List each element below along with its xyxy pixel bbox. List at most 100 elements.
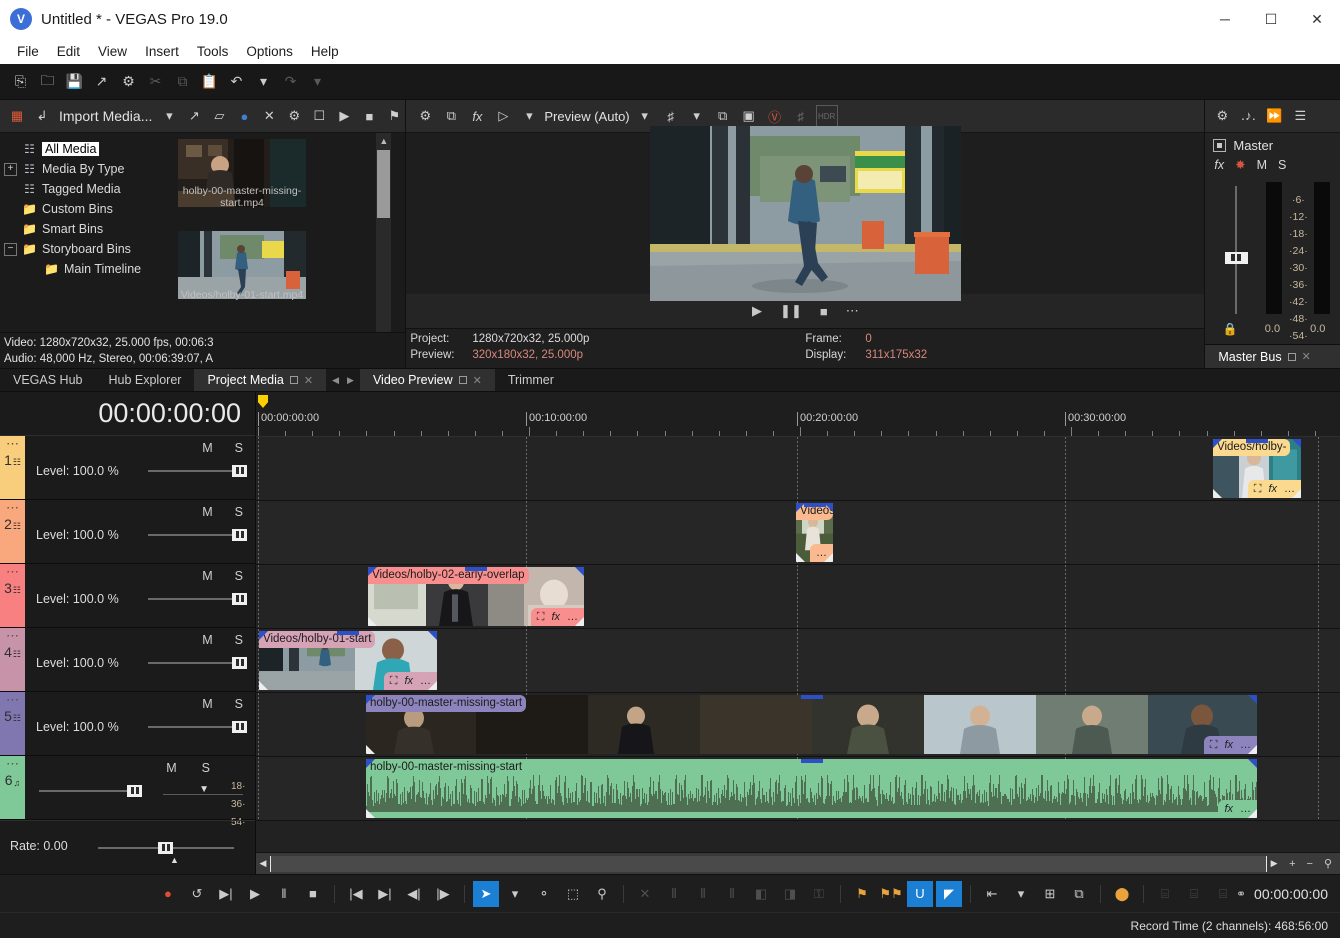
menu-item-file[interactable]: File	[8, 41, 48, 62]
media-fx-icon[interactable]: ☐	[308, 105, 330, 127]
track-header-2[interactable]: ⋯ 2 ☷ M S Level: 100.0 %	[0, 499, 255, 564]
track-mute-button[interactable]: M	[202, 697, 212, 711]
master-fader[interactable]	[1213, 182, 1259, 314]
track-menu-icon[interactable]: ⋯	[6, 693, 19, 706]
clear-edits-button[interactable]: ✕	[632, 881, 658, 907]
open-project-icon[interactable]: 🗀	[35, 69, 60, 94]
scopes-icon[interactable]: ♯	[790, 105, 812, 127]
track-mute-button[interactable]: M	[166, 761, 176, 775]
preview-pause-button[interactable]: ❚❚	[780, 303, 802, 319]
clip-fx-icon[interactable]: fx	[1268, 483, 1277, 495]
media-thumbnail-item[interactable]: Videos/holby-01-start.mp4	[178, 231, 405, 323]
track-color-strip[interactable]: ⋯ 2 ☷	[0, 499, 25, 563]
clip-fx-icon[interactable]: fx	[1224, 739, 1233, 751]
clip-more-icon[interactable]: …	[1240, 803, 1251, 815]
master-solo-button[interactable]: S	[1278, 158, 1286, 172]
move-up-icon[interactable]: ↲	[31, 105, 53, 127]
auto-ripple-button[interactable]: ⇤	[979, 881, 1005, 907]
track-menu-icon[interactable]: ⋯	[6, 501, 19, 514]
auto-ripple-dropdown-button[interactable]: ▾	[1008, 881, 1034, 907]
clip-fade-handle[interactable]	[800, 759, 823, 763]
media-bin-all-media[interactable]: ☷ All Media	[0, 139, 172, 159]
media-bin-custom-bins[interactable]: 📁 Custom Bins	[0, 199, 172, 219]
copy-icon[interactable]: ⧉	[170, 69, 195, 94]
tab-master-bus[interactable]: Master Bus ✕	[1205, 344, 1340, 368]
clip-more-icon[interactable]: …	[420, 675, 431, 687]
capture-video-icon[interactable]: ▱	[208, 105, 230, 127]
go-to-end-button[interactable]: ▶|	[372, 881, 398, 907]
tab-video-preview[interactable]: Video Preview ✕	[359, 369, 495, 391]
track-menu-icon[interactable]: ⋯	[6, 565, 19, 578]
menu-item-options[interactable]: Options	[237, 41, 302, 62]
track-color-strip[interactable]: ⋯ 4 ☷	[0, 627, 25, 691]
expand-icon[interactable]: +	[4, 162, 17, 176]
track-header-1[interactable]: ⋯ 1 ☷ M S Level: 100.0 %	[0, 435, 255, 500]
zoom-tool-icon[interactable]: ⚲	[1324, 857, 1332, 870]
play-button[interactable]: ▶	[242, 881, 268, 907]
fade-out-button[interactable]: ◨	[777, 881, 803, 907]
maximize-button[interactable]: ☐	[1248, 0, 1294, 38]
external-monitor-icon[interactable]: ⧉	[440, 105, 462, 127]
preview-stop-button[interactable]: ■	[820, 304, 828, 319]
fade-in-button[interactable]: ◧	[748, 881, 774, 907]
record-button[interactable]: ●	[155, 881, 181, 907]
preview-quality-label[interactable]: Preview (Auto)	[544, 109, 629, 124]
clip-crop-icon[interactable]: ⛶	[390, 675, 398, 688]
timeline-clip[interactable]: Videos/holby-01-start ⛶ fx…	[259, 631, 437, 690]
tab-scroll-left-icon[interactable]: ◀	[332, 375, 339, 386]
menu-item-help[interactable]: Help	[302, 41, 348, 62]
video-preview-stage[interactable]	[406, 126, 1205, 301]
menu-item-tools[interactable]: Tools	[188, 41, 238, 62]
timeline-clip[interactable]: Videos…	[796, 503, 833, 562]
track-header-6[interactable]: ⋯ 6 ♫ M S ▼ 18· 36· 54·	[0, 755, 255, 828]
track-mute-button[interactable]: M	[202, 441, 212, 455]
timeline-timecode-display[interactable]: 00:00:00:00	[0, 392, 255, 436]
redo-dropdown-icon[interactable]: ▾	[305, 69, 330, 94]
track-mute-button[interactable]: M	[202, 505, 212, 519]
import-media-icon[interactable]: ▦	[6, 105, 28, 127]
track-volume-slider[interactable]	[39, 789, 134, 792]
clip-crop-icon[interactable]: ⛶	[1254, 483, 1262, 496]
save-snapshot-icon[interactable]: ▣	[738, 105, 760, 127]
media-thumbnail[interactable]: Videos/holby-01-start.mp4	[178, 231, 306, 301]
down-mix-icon[interactable]: ⏩	[1263, 105, 1285, 127]
track-color-strip[interactable]: ⋯ 5 ☷	[0, 691, 25, 755]
paste-icon[interactable]: 📋	[197, 69, 222, 94]
zoom-in-icon[interactable]: +	[1289, 858, 1295, 870]
track-level-slider[interactable]	[148, 661, 243, 664]
tab-float-icon[interactable]	[458, 376, 467, 384]
media-bin-smart-bins[interactable]: 📁 Smart Bins	[0, 219, 172, 239]
scroll-right-icon[interactable]: ▶	[1267, 858, 1281, 869]
trim-start-button[interactable]: ⦀	[690, 881, 716, 907]
cut-icon[interactable]: ✂	[143, 69, 168, 94]
media-bin-main-timeline[interactable]: 📁 Main Timeline	[0, 259, 172, 279]
menu-item-view[interactable]: View	[89, 41, 136, 62]
preview-stop-icon[interactable]: ■	[358, 105, 380, 127]
faders-icon[interactable]: ☰	[1289, 105, 1311, 127]
save-project-icon[interactable]: 💾	[62, 69, 87, 94]
media-bin-storyboard-bins[interactable]: − 📁 Storyboard Bins	[0, 239, 172, 259]
clip-fade-handle[interactable]	[1246, 439, 1268, 443]
media-thumbnail-item[interactable]: holby-00-master-missing-start.mp4	[178, 139, 405, 231]
track-solo-button[interactable]: S	[235, 505, 243, 519]
new-project-icon[interactable]: ⎘	[8, 69, 33, 94]
track-lane-4[interactable]: Videos/holby-01-start ⛶ fx…	[256, 629, 1340, 693]
import-media-label[interactable]: Import Media...	[56, 108, 155, 124]
new-folder-icon[interactable]: ↗	[183, 105, 205, 127]
track-color-strip[interactable]: ⋯ 3 ☷	[0, 563, 25, 627]
selection-edit-tool-button[interactable]: ⬚	[560, 881, 586, 907]
track-header-5[interactable]: ⋯ 5 ☷ M S Level: 100.0 %	[0, 691, 255, 756]
close-button[interactable]: ✕	[1294, 0, 1340, 38]
timeline-clip[interactable]: Videos/holby- ⛶ fx…	[1213, 439, 1301, 498]
master-mute-button[interactable]: M	[1257, 158, 1267, 172]
clip-crop-icon[interactable]: ⛶	[1210, 739, 1218, 752]
chevron-down-icon[interactable]: ▾	[158, 105, 180, 127]
remove-icon[interactable]: ✕	[258, 105, 280, 127]
fader-knob[interactable]	[1224, 251, 1248, 264]
timeline-ruler[interactable]: 00:00:00:00 00:10:00:00 00:20:00:00 00:30:0…	[256, 392, 1340, 437]
stop-button[interactable]: ■	[300, 881, 326, 907]
collapse-icon[interactable]: −	[4, 242, 17, 256]
clip-selection-handle[interactable]	[1248, 759, 1257, 768]
track-volume-knob[interactable]	[127, 784, 142, 797]
hscroll-thumb[interactable]	[270, 855, 1268, 872]
